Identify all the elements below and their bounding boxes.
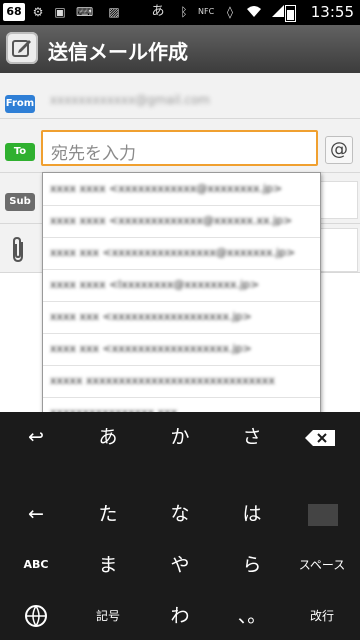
bluetooth-icon: ᛒ xyxy=(180,5,188,19)
globe-icon[interactable] xyxy=(0,598,72,634)
ime-indicator: あ xyxy=(151,4,165,19)
subject-field[interactable] xyxy=(318,181,358,219)
settings-icon: ⚙ xyxy=(32,5,44,19)
to-input[interactable]: 宛先を入力 xyxy=(41,130,318,166)
key-space[interactable]: スペース xyxy=(286,547,358,583)
key-right[interactable] xyxy=(308,504,338,526)
from-label: From xyxy=(5,95,35,113)
subject-label: Sub xyxy=(5,193,35,211)
nfc-icon: NFC xyxy=(198,7,215,16)
backspace-icon[interactable] xyxy=(305,430,335,446)
at-button[interactable]: @ xyxy=(325,136,353,164)
suggestion-text: xxxx xxx <xxxxxxxxxxxxxxxx@xxxxxxx.jp> xyxy=(50,246,296,259)
key-na[interactable]: な xyxy=(144,496,216,532)
key-enter[interactable]: 改行 xyxy=(286,598,358,634)
page-title: 送信メール作成 xyxy=(48,40,188,64)
key-ka[interactable]: か xyxy=(144,419,216,455)
suggestion-text: xxxxx xxxxxxxxxxxxxxxxxxxxxxxxxxxxx xyxy=(50,374,275,387)
clock: 13:55 xyxy=(310,3,354,21)
suggestion-item[interactable]: xxxx xxx <xxxxxxxxxxxxxxxx@xxxxxxx.jp> xyxy=(43,237,320,270)
title-bar: 送信メール作成 xyxy=(0,25,360,73)
suggestion-text: xxxx xxxx <xxxxxxxxxxxxx@xxxxxx.xx.jp> xyxy=(50,214,293,227)
key-left[interactable]: ← xyxy=(0,496,72,532)
key-symbols[interactable]: 記号 xyxy=(72,598,144,634)
image-icon: ▨ xyxy=(108,5,120,19)
key-abc[interactable]: ABC xyxy=(0,547,72,583)
paperclip-icon[interactable] xyxy=(10,236,28,268)
signal-icon xyxy=(270,4,286,20)
battery-icon xyxy=(285,5,296,22)
wifi-icon xyxy=(246,4,262,20)
keyboard-icon: ⌨ xyxy=(76,5,94,19)
notification-count: 68 xyxy=(3,3,25,21)
status-bar: 68 ⚙ ▣ ⌨ ▨ あ ᛒ NFC ◊ 13:55 xyxy=(0,0,360,25)
suggestion-text: xxxx xxx <xxxxxxxxxxxxxxxxxx.jp> xyxy=(50,310,252,323)
to-label: To xyxy=(5,143,35,161)
key-punct[interactable]: 、。 xyxy=(216,598,288,634)
divider xyxy=(0,118,360,119)
key-sa[interactable]: さ xyxy=(216,419,288,455)
vibrate-icon: ◊ xyxy=(227,5,233,19)
key-ma[interactable]: ま xyxy=(72,547,144,583)
suggestion-item[interactable]: xxxx xxxx <lxxxxxxxx@xxxxxxxx.jp> xyxy=(43,269,320,302)
sd-card-icon: ▣ xyxy=(54,5,66,19)
soft-keyboard: ↩ あ か さ ← た な は ABC ま や ら スペース 記号 わ 、。 改… xyxy=(0,412,360,640)
address-suggestions: xxxx xxxx <xxxxxxxxxxxx@xxxxxxxx.jp> xxx… xyxy=(42,172,321,436)
from-address[interactable]: xxxxxxxxxxxx@gmail.com xyxy=(50,93,230,107)
suggestion-item[interactable]: xxxx xxx <xxxxxxxxxxxxxxxxxx.jp> xyxy=(43,301,320,334)
key-wa[interactable]: わ xyxy=(144,598,216,634)
suggestion-item[interactable]: xxxx xxxx <xxxxxxxxxxxxx@xxxxxx.xx.jp> xyxy=(43,205,320,238)
suggestion-text: xxxx xxxx <lxxxxxxxx@xxxxxxxx.jp> xyxy=(50,278,260,291)
suggestion-text: xxxx xxx <xxxxxxxxxxxxxxxxxx.jp> xyxy=(50,342,252,355)
compose-icon xyxy=(6,32,38,64)
suggestion-item[interactable]: xxxx xxxx <xxxxxxxxxxxx@xxxxxxxx.jp> xyxy=(43,173,320,206)
suggestion-text: xxxx xxxx <xxxxxxxxxxxx@xxxxxxxx.jp> xyxy=(50,182,283,195)
key-a[interactable]: あ xyxy=(72,419,144,455)
key-ya[interactable]: や xyxy=(144,547,216,583)
key-ra[interactable]: ら xyxy=(216,547,288,583)
key-undo[interactable]: ↩ xyxy=(0,419,72,455)
suggestion-item[interactable]: xxxxx xxxxxxxxxxxxxxxxxxxxxxxxxxxxx xyxy=(43,365,320,398)
body-field[interactable] xyxy=(318,228,358,272)
key-ha[interactable]: は xyxy=(216,496,288,532)
suggestion-item[interactable]: xxxx xxx <xxxxxxxxxxxxxxxxxx.jp> xyxy=(43,333,320,366)
key-ta[interactable]: た xyxy=(72,496,144,532)
